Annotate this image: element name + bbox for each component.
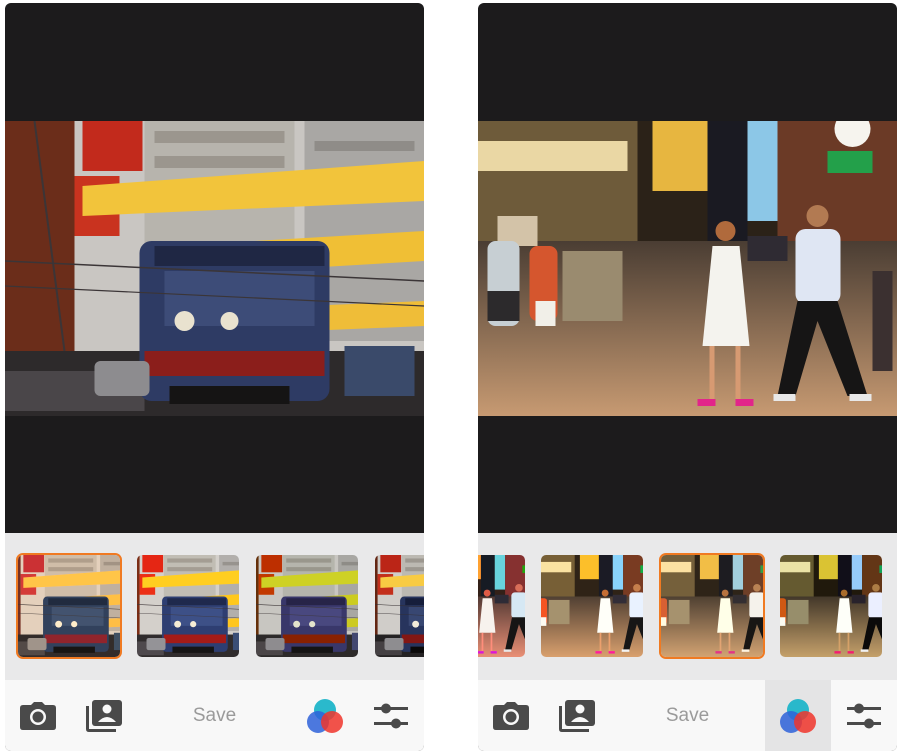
filters-button[interactable]	[292, 680, 358, 751]
photo-library-button[interactable]	[544, 680, 610, 751]
sliders-icon	[374, 702, 408, 730]
camera-button[interactable]	[478, 680, 544, 751]
photo-library-icon	[559, 699, 595, 732]
filter-thumbnail-strip[interactable]	[5, 533, 424, 680]
left-editor-screen: Save	[5, 3, 424, 751]
camera-icon	[20, 701, 56, 730]
save-button[interactable]: Save	[137, 680, 292, 751]
filter-thumbnail-selected[interactable]	[659, 553, 765, 659]
save-button[interactable]: Save	[610, 680, 765, 751]
camera-button[interactable]	[5, 680, 71, 751]
filters-button-active[interactable]	[765, 680, 831, 751]
filter-thumbnail[interactable]	[256, 555, 358, 657]
filter-thumbnail[interactable]	[780, 555, 882, 657]
sliders-icon	[847, 702, 881, 730]
adjust-button[interactable]	[831, 680, 897, 751]
photo-preview	[478, 121, 897, 416]
right-editor-screen: Save	[478, 3, 897, 751]
bottom-toolbar: Save	[478, 680, 897, 751]
filter-thumbnail[interactable]	[478, 555, 525, 657]
filter-thumbnail[interactable]	[137, 555, 239, 657]
photo-preview	[5, 121, 424, 416]
adjust-button[interactable]	[358, 680, 424, 751]
bottom-toolbar: Save	[5, 680, 424, 751]
filter-thumbnail-strip[interactable]	[478, 533, 897, 680]
photo-library-button[interactable]	[71, 680, 137, 751]
save-label: Save	[665, 704, 710, 726]
color-filters-icon	[779, 698, 817, 734]
filter-thumbnail-selected[interactable]	[16, 553, 122, 659]
camera-icon	[493, 701, 529, 730]
filter-thumbnail[interactable]	[375, 555, 424, 657]
photo-library-icon	[86, 699, 122, 732]
color-filters-icon	[306, 698, 344, 734]
filter-thumbnail[interactable]	[541, 555, 643, 657]
save-label: Save	[192, 704, 237, 726]
